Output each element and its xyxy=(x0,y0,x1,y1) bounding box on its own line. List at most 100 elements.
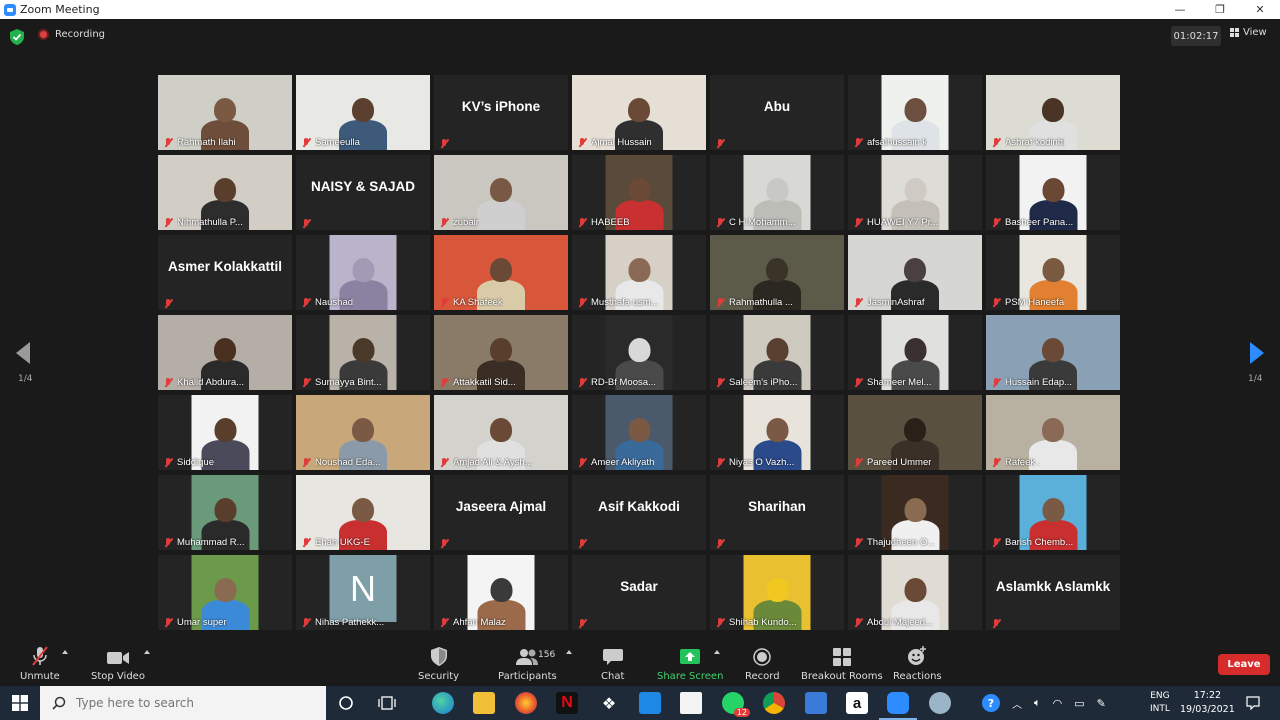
participant-tile[interactable]: Attakkatil Sid... xyxy=(434,315,568,390)
chrome-icon[interactable] xyxy=(763,692,785,714)
participant-tile[interactable]: NAISY & SAJAD xyxy=(296,155,430,230)
next-page-arrow-icon[interactable] xyxy=(1250,342,1264,364)
share-options-chevron-icon[interactable] xyxy=(714,650,720,654)
edge-browser-icon[interactable] xyxy=(432,692,454,714)
participant-tile[interactable]: Rafeek . xyxy=(986,395,1120,470)
zoom-logo-icon xyxy=(4,3,16,16)
participant-tile[interactable]: Rahmathulla ... xyxy=(710,235,844,310)
close-button[interactable]: ✕ xyxy=(1240,0,1280,19)
participant-tile[interactable]: Khalid Abdura... xyxy=(158,315,292,390)
windows-start-button[interactable] xyxy=(0,686,40,720)
mail-icon[interactable] xyxy=(639,692,661,714)
participant-tile[interactable]: Shameer Mel... xyxy=(848,315,982,390)
participant-tile[interactable]: Ajmal Hussain xyxy=(572,75,706,150)
participant-tile[interactable]: Muhammad R... xyxy=(158,475,292,550)
participant-tile[interactable]: C H Mohamm... xyxy=(710,155,844,230)
whatsapp-icon[interactable]: 12 xyxy=(722,692,750,717)
participant-tile[interactable]: Basheer Pana... xyxy=(986,155,1120,230)
taskbar-search-box[interactable] xyxy=(40,686,326,720)
file-explorer-icon[interactable] xyxy=(473,692,495,714)
participant-tile[interactable]: Niyas O Vazh... xyxy=(710,395,844,470)
security-button[interactable]: Security xyxy=(418,646,459,682)
participant-tile[interactable]: Hussain Edap... xyxy=(986,315,1120,390)
snipping-tool-icon[interactable] xyxy=(929,692,951,714)
participant-tile[interactable]: HUAWEI Y7 Pr... xyxy=(848,155,982,230)
participant-tile[interactable]: Asif Kakkodi xyxy=(572,475,706,550)
participant-tile[interactable]: Pareed Ummer xyxy=(848,395,982,470)
minimize-button[interactable]: — xyxy=(1160,0,1200,19)
participant-tile[interactable]: Noushad Eda... xyxy=(296,395,430,470)
participant-tile[interactable]: Asmer Kolakkattil xyxy=(158,235,292,310)
unmute-button[interactable]: Unmute xyxy=(20,646,60,682)
recording-label: Recording xyxy=(55,29,106,40)
photos-icon[interactable] xyxy=(805,692,827,714)
participant-tile[interactable]: Aslamkk Aslamkk xyxy=(986,555,1120,630)
participant-tile[interactable]: Sharihan xyxy=(710,475,844,550)
participant-tile[interactable]: Musthafa usm... xyxy=(572,235,706,310)
participant-tile[interactable]: Sumayya Bint... xyxy=(296,315,430,390)
reactions-button[interactable]: Reactions xyxy=(893,646,942,682)
record-button[interactable]: Record xyxy=(745,646,780,682)
participant-tile[interactable]: JasminAshraf xyxy=(848,235,982,310)
breakout-rooms-button[interactable]: Breakout Rooms xyxy=(801,646,883,682)
participant-tile[interactable]: Shihab Kundo... xyxy=(710,555,844,630)
restore-button[interactable]: ❐ xyxy=(1200,0,1240,19)
participant-tile[interactable]: Abu xyxy=(710,75,844,150)
system-clock[interactable]: 17:22 19/03/2021 xyxy=(1180,689,1235,717)
participant-tile[interactable]: zubair xyxy=(434,155,568,230)
participant-tile[interactable]: Thajudheen O... xyxy=(848,475,982,550)
participant-tile[interactable]: Amjad Ali & Aysh... xyxy=(434,395,568,470)
help-icon[interactable]: ? xyxy=(982,694,1000,712)
participant-tile[interactable]: KV’s iPhone xyxy=(434,75,568,150)
participant-tile[interactable]: N Nihas Pathekk... xyxy=(296,555,430,630)
participant-tile[interactable]: Ashraf kodinhi xyxy=(986,75,1120,150)
participant-tile[interactable]: HABEEB xyxy=(572,155,706,230)
participant-tile[interactable]: Ehan UKG-E xyxy=(296,475,430,550)
zoom-taskbar-icon[interactable] xyxy=(879,692,917,720)
view-button[interactable]: View xyxy=(1230,27,1267,38)
cortana-circle-icon[interactable] xyxy=(338,695,354,711)
netflix-icon[interactable]: N xyxy=(556,692,578,714)
audio-options-chevron-icon[interactable] xyxy=(62,650,68,654)
participant-tile[interactable]: Naushad xyxy=(296,235,430,310)
participant-tile[interactable]: Saleem's iPho... xyxy=(710,315,844,390)
microsoft-store-icon[interactable] xyxy=(680,692,702,714)
participant-tile[interactable]: KA Shafeek xyxy=(434,235,568,310)
volume-icon[interactable]: 🔈︎ xyxy=(1034,696,1041,710)
participants-options-chevron-icon[interactable] xyxy=(566,650,572,654)
language-indicator[interactable]: ENG INTL xyxy=(1150,690,1170,716)
previous-page-arrow-icon[interactable] xyxy=(16,342,30,364)
wifi-icon[interactable]: ◠ xyxy=(1053,697,1063,710)
participant-tile[interactable]: Ameer Akliyath xyxy=(572,395,706,470)
participant-tile[interactable]: Barish Chemb... xyxy=(986,475,1120,550)
dropbox-icon[interactable]: ❖ xyxy=(598,692,620,714)
show-hidden-icons-chevron-icon[interactable]: ︿ xyxy=(1012,696,1022,711)
muted-microphone-icon xyxy=(854,538,863,547)
video-options-chevron-icon[interactable] xyxy=(144,650,150,654)
task-view-icon[interactable] xyxy=(378,695,396,711)
participant-tile[interactable]: Nihmathulla P... xyxy=(158,155,292,230)
participant-tile[interactable]: Abdul Majeed... xyxy=(848,555,982,630)
participant-tile[interactable]: Sadar xyxy=(572,555,706,630)
participant-tile[interactable]: Ahfan Malaz xyxy=(434,555,568,630)
participant-tile[interactable]: Siddique xyxy=(158,395,292,470)
pen-icon[interactable]: ✎ xyxy=(1097,697,1106,710)
battery-icon[interactable]: ▭ xyxy=(1074,697,1084,710)
participant-tile[interactable]: Sameeulla xyxy=(296,75,430,150)
encryption-shield-icon[interactable] xyxy=(10,29,24,45)
leave-button[interactable]: Leave xyxy=(1218,654,1270,675)
chat-button[interactable]: Chat xyxy=(601,646,624,682)
participant-tile[interactable]: afsalhussain k xyxy=(848,75,982,150)
participant-head xyxy=(490,417,512,442)
firefox-icon[interactable] xyxy=(515,692,537,714)
participant-tile[interactable]: Umar super xyxy=(158,555,292,630)
participant-tile[interactable]: RD-Bf Moosa... xyxy=(572,315,706,390)
participant-tile[interactable]: Jaseera Ajmal xyxy=(434,475,568,550)
amazon-icon[interactable]: a xyxy=(846,692,868,714)
taskbar-search-input[interactable] xyxy=(76,696,306,710)
participant-tile[interactable]: PSM Haneefa xyxy=(986,235,1120,310)
notifications-icon[interactable] xyxy=(1246,696,1260,710)
recording-indicator[interactable]: Recording xyxy=(38,29,105,40)
participant-tile[interactable]: Rahmath Ilahi xyxy=(158,75,292,150)
stop-video-button[interactable]: Stop Video xyxy=(91,646,145,682)
